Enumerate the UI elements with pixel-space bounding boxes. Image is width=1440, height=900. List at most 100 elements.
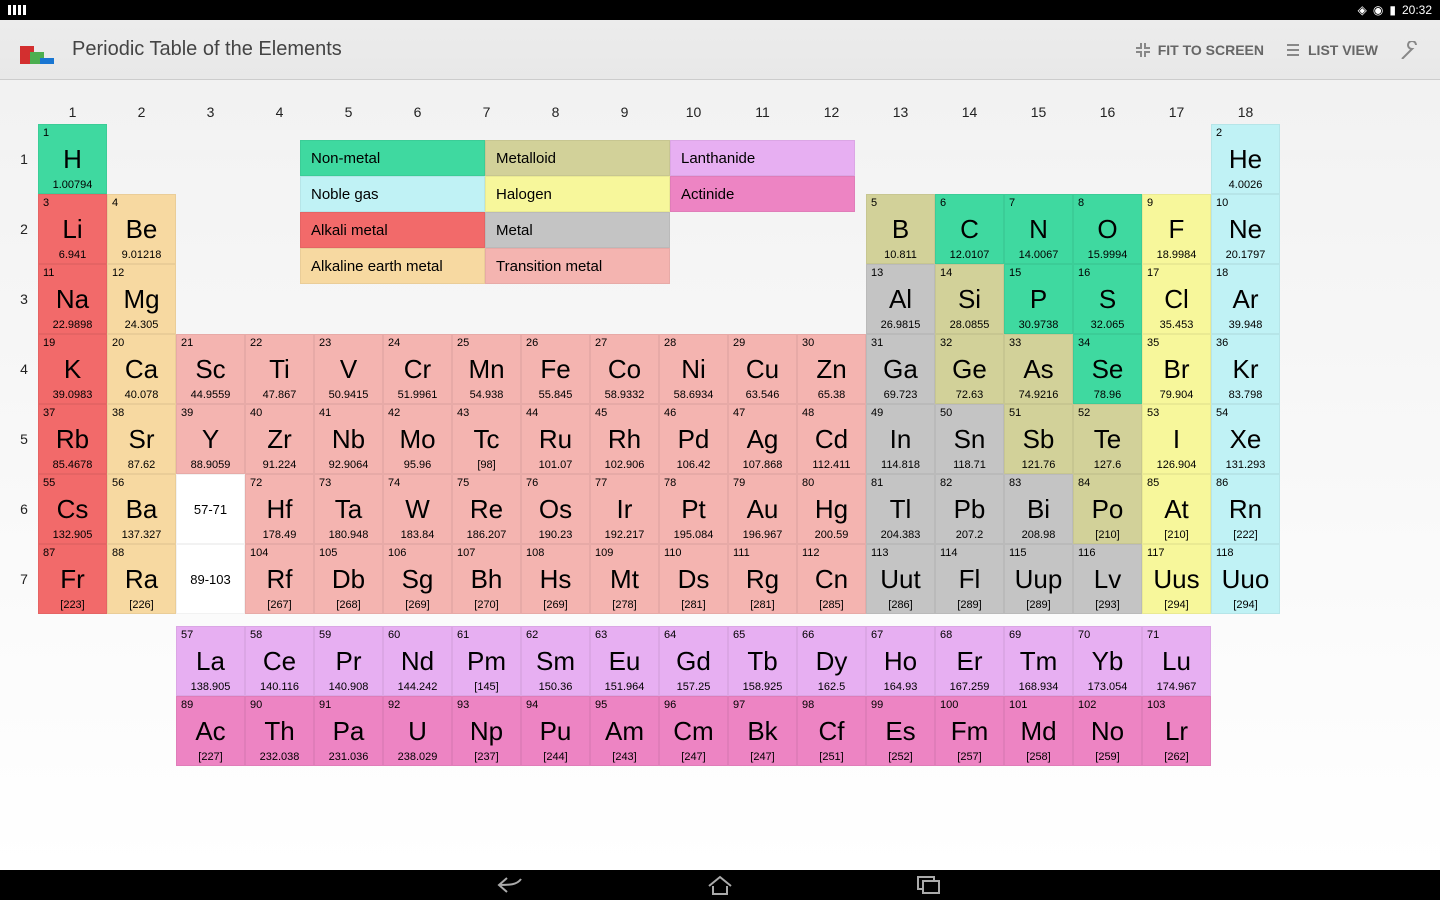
element-Tc[interactable]: 43Tc[98]: [452, 404, 521, 474]
element-Zn[interactable]: 30Zn65.38: [797, 334, 866, 404]
element-Pr[interactable]: 59Pr140.908: [314, 626, 383, 696]
element-Rh[interactable]: 45Rh102.906: [590, 404, 659, 474]
element-Zr[interactable]: 40Zr91.224: [245, 404, 314, 474]
element-Mg[interactable]: 12Mg24.305: [107, 264, 176, 334]
element-Tb[interactable]: 65Tb158.925: [728, 626, 797, 696]
actinide-range[interactable]: 89-103: [176, 544, 245, 614]
element-Sr[interactable]: 38Sr87.62: [107, 404, 176, 474]
legend-halogen[interactable]: Halogen: [485, 176, 670, 212]
element-Fe[interactable]: 26Fe55.845: [521, 334, 590, 404]
element-Yb[interactable]: 70Yb173.054: [1073, 626, 1142, 696]
element-Re[interactable]: 75Re186.207: [452, 474, 521, 544]
element-Na[interactable]: 11Na22.9898: [38, 264, 107, 334]
element-As[interactable]: 33As74.9216: [1004, 334, 1073, 404]
element-Cf[interactable]: 98Cf[251]: [797, 696, 866, 766]
element-Pb[interactable]: 82Pb207.2: [935, 474, 1004, 544]
element-Cn[interactable]: 112Cn[285]: [797, 544, 866, 614]
element-V[interactable]: 23V50.9415: [314, 334, 383, 404]
element-Tm[interactable]: 69Tm168.934: [1004, 626, 1073, 696]
element-In[interactable]: 49In114.818: [866, 404, 935, 474]
element-Ds[interactable]: 110Ds[281]: [659, 544, 728, 614]
element-Cm[interactable]: 96Cm[247]: [659, 696, 728, 766]
element-Tl[interactable]: 81Tl204.383: [866, 474, 935, 544]
element-S[interactable]: 16S32.065: [1073, 264, 1142, 334]
element-Th[interactable]: 90Th232.038: [245, 696, 314, 766]
element-Ru[interactable]: 44Ru101.07: [521, 404, 590, 474]
element-Es[interactable]: 99Es[252]: [866, 696, 935, 766]
element-Y[interactable]: 39Y88.9059: [176, 404, 245, 474]
element-Lu[interactable]: 71Lu174.967: [1142, 626, 1211, 696]
element-Mn[interactable]: 25Mn54.938: [452, 334, 521, 404]
legend-actinide[interactable]: Actinide: [670, 176, 855, 212]
element-Po[interactable]: 84Po[210]: [1073, 474, 1142, 544]
list-view-button[interactable]: LIST VIEW: [1284, 41, 1378, 59]
legend-noblegas[interactable]: Noble gas: [300, 176, 485, 212]
element-Hg[interactable]: 80Hg200.59: [797, 474, 866, 544]
element-Lv[interactable]: 116Lv[293]: [1073, 544, 1142, 614]
element-Nd[interactable]: 60Nd144.242: [383, 626, 452, 696]
element-K[interactable]: 19K39.0983: [38, 334, 107, 404]
element-Ar[interactable]: 18Ar39.948: [1211, 264, 1280, 334]
element-Pd[interactable]: 46Pd106.42: [659, 404, 728, 474]
legend-metalloid[interactable]: Metalloid: [485, 140, 670, 176]
element-Nb[interactable]: 41Nb92.9064: [314, 404, 383, 474]
recent-button[interactable]: [915, 875, 945, 895]
element-Fm[interactable]: 100Fm[257]: [935, 696, 1004, 766]
element-Cd[interactable]: 48Cd112.411: [797, 404, 866, 474]
legend-nonmetal[interactable]: Non-metal: [300, 140, 485, 176]
home-button[interactable]: [705, 874, 735, 896]
element-N[interactable]: 7N14.0067: [1004, 194, 1073, 264]
element-Au[interactable]: 79Au196.967: [728, 474, 797, 544]
element-Pt[interactable]: 78Pt195.084: [659, 474, 728, 544]
element-Te[interactable]: 52Te127.6: [1073, 404, 1142, 474]
element-Ce[interactable]: 58Ce140.116: [245, 626, 314, 696]
element-Ac[interactable]: 89Ac[227]: [176, 696, 245, 766]
element-Rg[interactable]: 111Rg[281]: [728, 544, 797, 614]
element-Sb[interactable]: 51Sb121.76: [1004, 404, 1073, 474]
lanthanide-range[interactable]: 57-71: [176, 474, 245, 544]
legend-alkalineearth[interactable]: Alkaline earth metal: [300, 248, 485, 284]
back-button[interactable]: [495, 875, 525, 895]
element-Er[interactable]: 68Er167.259: [935, 626, 1004, 696]
element-Md[interactable]: 101Md[258]: [1004, 696, 1073, 766]
element-Gd[interactable]: 64Gd157.25: [659, 626, 728, 696]
element-Hf[interactable]: 72Hf178.49: [245, 474, 314, 544]
element-Pa[interactable]: 91Pa231.036: [314, 696, 383, 766]
element-Ni[interactable]: 28Ni58.6934: [659, 334, 728, 404]
element-F[interactable]: 9F18.9984: [1142, 194, 1211, 264]
legend-alkalimetal[interactable]: Alkali metal: [300, 212, 485, 248]
element-La[interactable]: 57La138.905: [176, 626, 245, 696]
element-Kr[interactable]: 36Kr83.798: [1211, 334, 1280, 404]
element-Am[interactable]: 95Am[243]: [590, 696, 659, 766]
element-Co[interactable]: 27Co58.9332: [590, 334, 659, 404]
element-Li[interactable]: 3Li6.941: [38, 194, 107, 264]
element-Np[interactable]: 93Np[237]: [452, 696, 521, 766]
element-Eu[interactable]: 63Eu151.964: [590, 626, 659, 696]
element-Si[interactable]: 14Si28.0855: [935, 264, 1004, 334]
element-Se[interactable]: 34Se78.96: [1073, 334, 1142, 404]
element-Be[interactable]: 4Be9.01218: [107, 194, 176, 264]
element-Ti[interactable]: 22Ti47.867: [245, 334, 314, 404]
element-Uup[interactable]: 115Uup[289]: [1004, 544, 1073, 614]
element-H[interactable]: 1H1.00794: [38, 124, 107, 194]
legend-metal[interactable]: Metal: [485, 212, 670, 248]
element-Ge[interactable]: 32Ge72.63: [935, 334, 1004, 404]
element-Bi[interactable]: 83Bi208.98: [1004, 474, 1073, 544]
element-O[interactable]: 8O15.9994: [1073, 194, 1142, 264]
legend-lanthanide[interactable]: Lanthanide: [670, 140, 855, 176]
element-Dy[interactable]: 66Dy162.5: [797, 626, 866, 696]
element-He[interactable]: 2He4.0026: [1211, 124, 1280, 194]
element-Uuo[interactable]: 118Uuo[294]: [1211, 544, 1280, 614]
element-Ga[interactable]: 31Ga69.723: [866, 334, 935, 404]
element-Bh[interactable]: 107Bh[270]: [452, 544, 521, 614]
element-Uus[interactable]: 117Uus[294]: [1142, 544, 1211, 614]
element-I[interactable]: 53I126.904: [1142, 404, 1211, 474]
element-Pm[interactable]: 61Pm[145]: [452, 626, 521, 696]
element-Os[interactable]: 76Os190.23: [521, 474, 590, 544]
legend-transition[interactable]: Transition metal: [485, 248, 670, 284]
element-Lr[interactable]: 103Lr[262]: [1142, 696, 1211, 766]
element-Rf[interactable]: 104Rf[267]: [245, 544, 314, 614]
element-Ho[interactable]: 67Ho164.93: [866, 626, 935, 696]
element-Pu[interactable]: 94Pu[244]: [521, 696, 590, 766]
element-Mo[interactable]: 42Mo95.96: [383, 404, 452, 474]
